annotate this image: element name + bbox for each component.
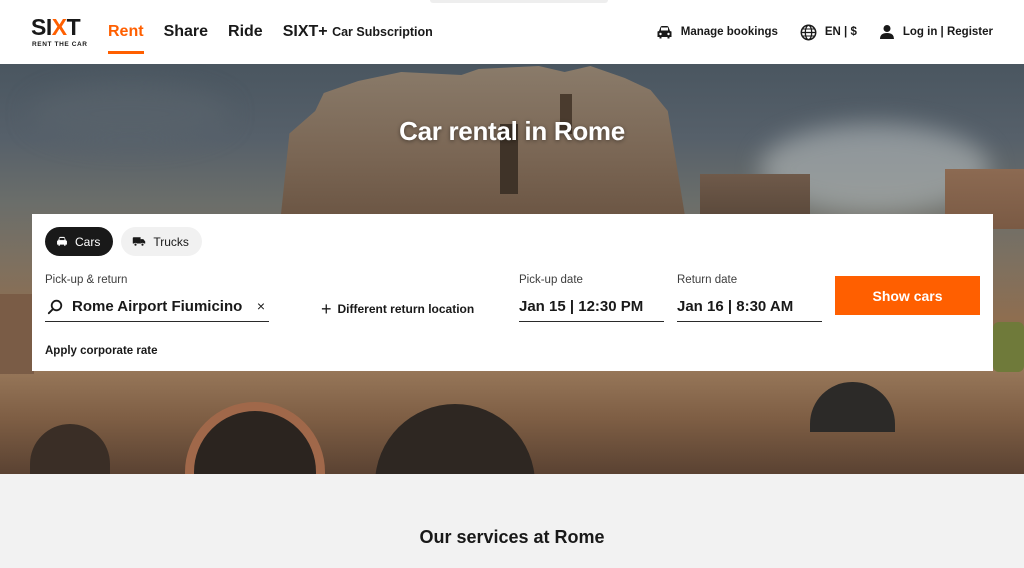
apply-corporate-rate-link[interactable]: Apply corporate rate	[45, 345, 157, 357]
language-selector[interactable]: EN | $	[800, 24, 857, 41]
hero-ruin-right-low	[700, 174, 810, 214]
search-icon	[47, 299, 63, 314]
car-icon	[657, 25, 672, 38]
different-return-location-button[interactable]: + Different return location	[321, 299, 475, 319]
booking-widget: Cars Trucks Pick-up & return × + Differe…	[32, 214, 993, 371]
logo-tagline: RENT THE CAR	[32, 41, 88, 48]
pickup-location-input[interactable]	[72, 298, 250, 315]
tab-trucks[interactable]: Trucks	[121, 227, 202, 256]
hero-ruin-left	[0, 294, 34, 374]
vehicle-type-tabs: Cars Trucks	[45, 227, 210, 256]
nav-item-subscription[interactable]: SIXT+ Car Subscription	[283, 23, 433, 41]
nav-item-share[interactable]: Share	[164, 23, 208, 41]
manage-bookings-link[interactable]: Manage bookings	[656, 25, 778, 40]
user-icon	[879, 25, 894, 39]
services-heading: Our services at Rome	[419, 527, 605, 547]
return-date-field[interactable]: Jan 16 | 8:30 AM	[677, 292, 822, 322]
header-top-strip	[430, 0, 608, 3]
tab-cars-label: Cars	[75, 234, 101, 249]
return-date-label: Return date	[677, 274, 738, 286]
different-return-label: Different return location	[337, 302, 475, 316]
hero-greenery	[993, 322, 1024, 372]
language-label: EN | $	[824, 26, 857, 38]
login-register-label: Log in | Register	[902, 26, 993, 38]
hero-title: Car rental in Rome	[399, 116, 625, 146]
manage-bookings-label: Manage bookings	[680, 26, 778, 38]
plus-icon: +	[321, 299, 332, 319]
truck-icon	[133, 237, 146, 247]
tab-trucks-label: Trucks	[153, 234, 189, 249]
subscription-label: Car Subscription	[332, 25, 433, 39]
main-nav: Rent Share Ride SIXT+ Car Subscription	[108, 0, 453, 64]
clear-location-button[interactable]: ×	[257, 298, 265, 314]
pickup-location-field[interactable]: ×	[45, 292, 269, 322]
car-icon	[57, 236, 67, 246]
pickup-return-label: Pick-up & return	[45, 274, 128, 286]
site-header: SIXT RENT THE CAR Rent Share Ride SIXT+ …	[0, 0, 1024, 64]
nav-item-ride[interactable]: Ride	[228, 23, 263, 41]
login-register-link[interactable]: Log in | Register	[879, 24, 993, 40]
pickup-date-label: Pick-up date	[519, 274, 583, 286]
header-actions: Manage bookings EN | $ Log in | Register	[634, 0, 993, 64]
tab-cars[interactable]: Cars	[45, 227, 114, 256]
globe-icon	[800, 24, 817, 40]
nav-item-rent[interactable]: Rent	[108, 23, 144, 54]
pickup-date-field[interactable]: Jan 15 | 12:30 PM	[519, 292, 664, 322]
logo-wordmark: SIXT	[31, 14, 81, 40]
sixt-logo[interactable]: SIXT RENT THE CAR	[31, 15, 87, 49]
subscription-prefix: SIXT+	[282, 23, 328, 40]
show-cars-button[interactable]: Show cars	[835, 276, 980, 315]
